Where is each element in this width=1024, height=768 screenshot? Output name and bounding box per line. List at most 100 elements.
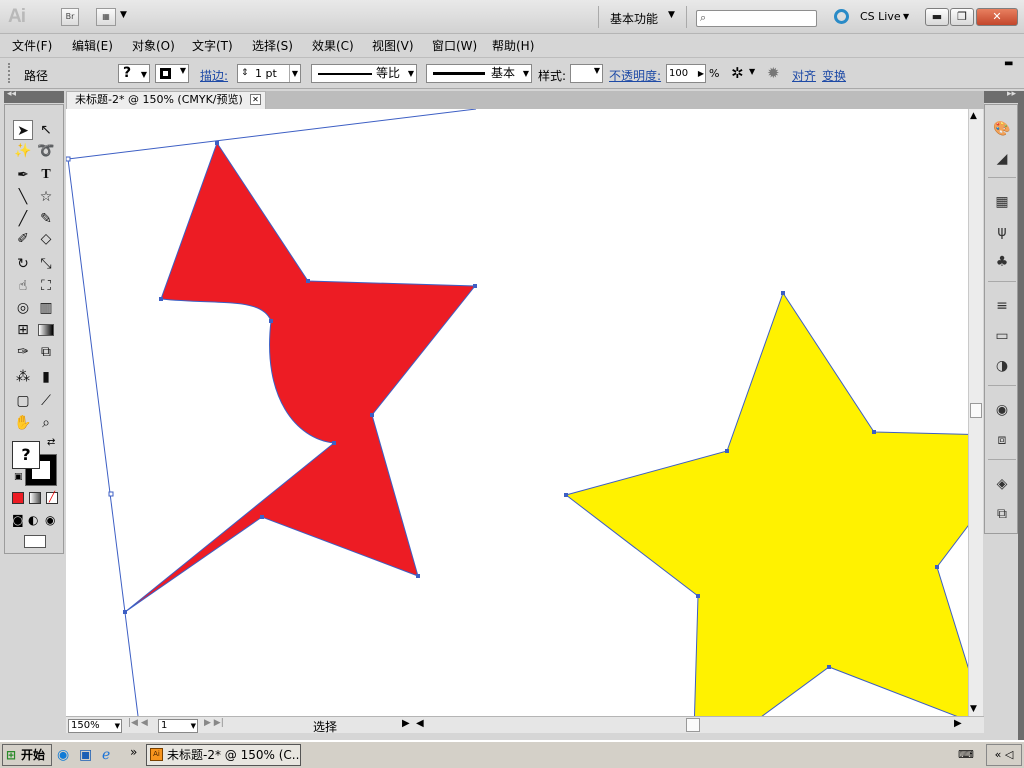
close-button[interactable]: ✕ xyxy=(976,8,1018,26)
desktop-icon[interactable]: ▣ xyxy=(79,747,92,763)
color-mode-icon[interactable] xyxy=(12,492,24,504)
keyboard-icon[interactable]: ⌨ xyxy=(958,748,974,761)
color-panel-icon[interactable]: 🎨 xyxy=(992,120,1012,138)
pencil-icon[interactable]: ✎ xyxy=(36,209,56,229)
zoom-icon[interactable]: ⌕ xyxy=(36,413,56,433)
warp-icon[interactable]: ☝ xyxy=(13,276,33,296)
scroll-down-icon[interactable]: ▼ xyxy=(970,704,977,714)
brushes-icon[interactable]: ψ xyxy=(992,223,1012,241)
gradient-mode-icon[interactable] xyxy=(29,492,41,504)
eraser-icon[interactable]: ◇ xyxy=(36,229,56,249)
tray-area[interactable]: « ◁ xyxy=(986,744,1022,766)
free-transform-icon[interactable]: ⛶ xyxy=(36,276,56,296)
selection-icon[interactable]: ➤ xyxy=(13,120,33,140)
layers-icon[interactable]: ◈ xyxy=(992,475,1012,493)
column-graph-icon[interactable]: ▮ xyxy=(36,367,56,387)
scroll-up-icon[interactable]: ▲ xyxy=(970,111,977,121)
dock-header[interactable]: ▸▸ xyxy=(984,89,1024,103)
default-fill-stroke-icon[interactable]: ▣ xyxy=(14,472,23,482)
red-star-shape[interactable] xyxy=(124,141,477,613)
line-icon[interactable]: ╲ xyxy=(13,187,33,207)
taskbar-illustrator-window[interactable]: Ai 未标题-2* @ 150% (C... xyxy=(146,744,301,766)
minimize-button[interactable]: ▬ xyxy=(925,8,949,26)
status-menu-icon[interactable]: ▶ xyxy=(402,718,410,729)
graphic-styles-icon[interactable]: ⧈ xyxy=(992,431,1012,449)
pen-icon[interactable]: ✒ xyxy=(13,165,33,185)
volume-icon[interactable]: ◁ xyxy=(1005,748,1013,761)
hand-icon[interactable]: ✋ xyxy=(13,413,33,433)
menu-select[interactable]: 选择(S) xyxy=(252,37,293,54)
artboard-icon[interactable]: ▢ xyxy=(13,391,33,411)
bounding-box-handle[interactable] xyxy=(108,491,114,497)
magic-wand-icon[interactable]: ✨ xyxy=(13,141,33,161)
scale-icon[interactable]: ⤡ xyxy=(36,254,56,274)
panel-grip[interactable] xyxy=(8,63,11,83)
media-player-icon[interactable]: ◉ xyxy=(57,747,69,763)
mesh-icon[interactable]: ⊞ xyxy=(13,320,33,340)
slice-icon[interactable]: ⟋ xyxy=(36,391,56,411)
artboard-field[interactable]: 1 ▼ xyxy=(158,719,198,733)
menu-edit[interactable]: 编辑(E) xyxy=(72,37,113,54)
hscroll-thumb[interactable] xyxy=(686,718,700,732)
transform-link[interactable]: 变换 xyxy=(822,67,846,84)
gradient-panel-icon[interactable]: ▭ xyxy=(992,327,1012,345)
draw-inside-icon[interactable]: ◉ xyxy=(45,513,55,527)
ie-icon[interactable]: ℯ xyxy=(102,747,110,763)
cs-live-icon[interactable] xyxy=(834,9,849,24)
align-link[interactable]: 对齐 xyxy=(792,67,816,84)
first-artboard-icon[interactable]: |◀ ◀ xyxy=(128,718,148,728)
artboards-icon[interactable]: ⧉ xyxy=(992,505,1012,523)
none-mode-icon[interactable]: ╱ xyxy=(46,492,58,504)
draw-normal-icon[interactable]: ◙ xyxy=(12,513,24,527)
stroke-swatch[interactable]: ▼ xyxy=(155,64,189,83)
menu-type[interactable]: 文字(T) xyxy=(192,37,233,54)
rotate-icon[interactable]: ↻ xyxy=(13,254,33,274)
opacity-field[interactable]: 100 ▶ xyxy=(666,64,706,83)
type-icon[interactable]: T xyxy=(36,165,56,185)
arrange-documents-icon[interactable]: ▦ xyxy=(96,8,116,26)
quicklaunch-more-icon[interactable]: » xyxy=(130,745,137,759)
stroke-link[interactable]: 描边: xyxy=(200,67,228,84)
menu-window[interactable]: 窗口(W) xyxy=(432,37,477,54)
help-search-input[interactable]: ⌕ xyxy=(696,10,817,27)
chevron-down-icon[interactable]: ▼ xyxy=(749,67,755,76)
perspective-grid-icon[interactable]: ▥ xyxy=(36,298,56,318)
symbol-sprayer-icon[interactable]: ⁂ xyxy=(13,367,33,387)
blend-icon[interactable]: ⧉ xyxy=(36,342,56,362)
zoom-field[interactable]: 150% ▼ xyxy=(68,719,122,733)
screen-mode-icon[interactable] xyxy=(24,535,46,548)
close-tab-icon[interactable]: ✕ xyxy=(250,94,261,105)
cs-live-button[interactable]: CS Live xyxy=(860,10,901,23)
document-setup-icon[interactable]: ✹ xyxy=(767,64,780,82)
shape-builder-icon[interactable]: ◎ xyxy=(13,298,33,318)
bridge-button[interactable]: Br xyxy=(61,8,79,26)
panel-menu-icon[interactable]: ▬ xyxy=(1004,58,1013,69)
workspace-switcher[interactable]: 基本功能 xyxy=(610,10,658,27)
start-button[interactable]: ⊞ 开始 xyxy=(2,744,52,766)
stroke-weight-field[interactable]: ⇕ 1 pt ▼ xyxy=(237,64,301,83)
menu-file[interactable]: 文件(F) xyxy=(12,37,52,54)
gradient-icon[interactable] xyxy=(38,324,54,336)
scroll-right-icon[interactable]: ▶ xyxy=(954,718,962,729)
artboard-canvas[interactable] xyxy=(66,109,968,716)
fill-swatch-tool[interactable]: ? xyxy=(12,441,40,469)
symbols-icon[interactable]: ♣ xyxy=(992,253,1012,271)
brush-definition[interactable]: 基本 ▼ xyxy=(426,64,532,83)
menu-effect[interactable]: 效果(C) xyxy=(312,37,354,54)
swap-fill-stroke-icon[interactable]: ⇄ xyxy=(47,437,55,448)
variable-width-profile[interactable]: 等比 ▼ xyxy=(311,64,417,83)
cs-live-dropdown-icon[interactable]: ▼ xyxy=(903,12,909,21)
arrange-dropdown-icon[interactable]: ▼ xyxy=(120,10,127,20)
last-artboard-icon[interactable]: ▶ ▶| xyxy=(204,718,224,728)
workspace-dropdown-icon[interactable]: ▼ xyxy=(668,10,675,20)
stroke-panel-icon[interactable]: ≡ xyxy=(992,297,1012,315)
color-guide-icon[interactable]: ◢ xyxy=(992,150,1012,168)
tray-expand-icon[interactable]: « xyxy=(995,748,1002,761)
recolor-artwork-icon[interactable]: ✲ xyxy=(731,64,744,82)
vertical-scrollbar[interactable]: ▲ ▼ xyxy=(968,109,983,716)
restore-button[interactable]: ❐ xyxy=(950,8,974,26)
scroll-thumb[interactable] xyxy=(970,403,982,418)
document-tab[interactable]: 未标题-2* @ 150% (CMYK/预览) ✕ xyxy=(66,91,266,109)
transparency-icon[interactable]: ◑ xyxy=(992,357,1012,375)
eyedropper-icon[interactable]: ✑ xyxy=(13,342,33,362)
